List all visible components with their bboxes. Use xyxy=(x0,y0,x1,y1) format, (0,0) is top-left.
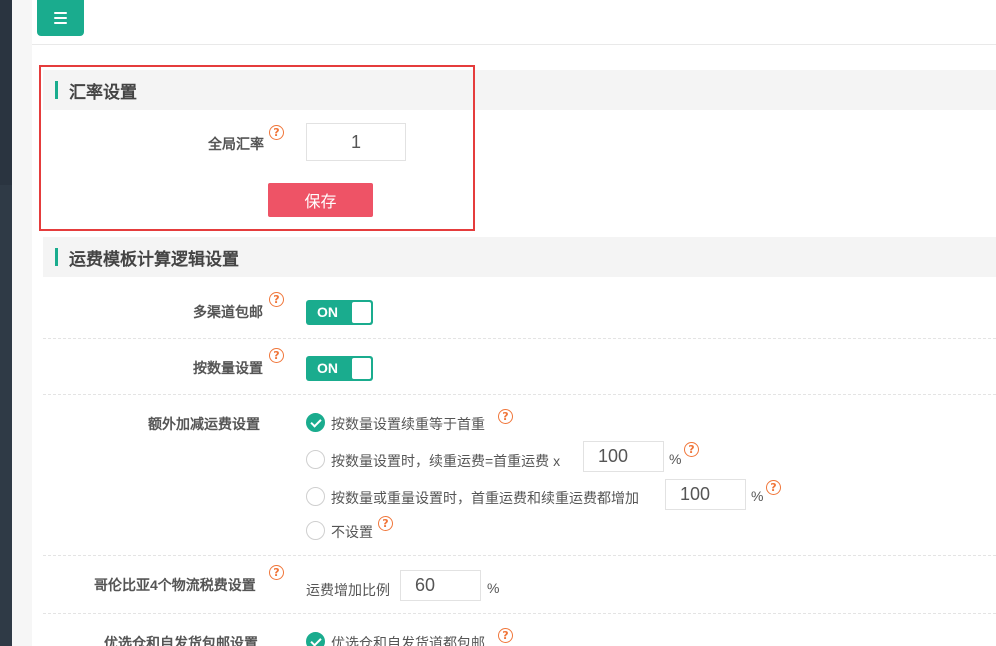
option-radio[interactable] xyxy=(306,450,325,469)
colombia-tax-label: 哥伦比亚4个物流税费设置 xyxy=(94,577,256,593)
percent-sign: % xyxy=(669,451,682,467)
increase-ratio-input[interactable]: 60 xyxy=(400,570,481,601)
help-icon[interactable]: ? xyxy=(378,516,393,531)
option-radio[interactable] xyxy=(306,413,325,432)
section-title: 汇率设置 xyxy=(69,82,137,102)
multi-channel-toggle[interactable]: ON xyxy=(306,300,373,325)
content-gutter xyxy=(12,0,32,646)
option-label: 按数量或重量设置时，首重运费和续重运费都增加 xyxy=(331,490,639,506)
toggle-knob xyxy=(352,302,371,323)
by-quantity-label: 按数量设置 xyxy=(193,360,263,376)
shipping-logic-section-header: 运费模板计算逻辑设置 xyxy=(43,237,996,277)
menu-toggle-button[interactable] xyxy=(37,0,84,36)
save-button[interactable]: 保存 xyxy=(268,183,373,217)
help-icon[interactable]: ? xyxy=(498,628,513,643)
option-radio[interactable] xyxy=(306,487,325,506)
multi-channel-label: 多渠道包邮 xyxy=(193,304,263,320)
continued-fee-multiplier-input[interactable]: 100 xyxy=(583,441,664,472)
by-quantity-toggle[interactable]: ON xyxy=(306,356,373,381)
row-divider xyxy=(43,394,996,395)
top-bar xyxy=(32,0,996,45)
option-radio[interactable] xyxy=(306,521,325,540)
percent-sign: % xyxy=(487,580,500,596)
section-title: 运费模板计算逻辑设置 xyxy=(69,249,239,269)
global-rate-input[interactable]: 1 xyxy=(306,123,406,161)
help-icon[interactable]: ? xyxy=(498,409,513,424)
exchange-rate-section-header: 汇率设置 xyxy=(43,70,996,110)
percent-sign: % xyxy=(751,488,764,504)
help-icon[interactable]: ? xyxy=(684,442,699,457)
row-divider xyxy=(43,613,996,614)
extra-fee-label: 额外加减运费设置 xyxy=(148,416,260,432)
fee-increase-input[interactable]: 100 xyxy=(665,479,746,510)
toggle-knob xyxy=(352,358,371,379)
row-divider xyxy=(43,338,996,339)
option-label: 按数量设置续重等于首重 xyxy=(331,416,485,432)
section-accent-bar xyxy=(55,248,58,266)
row-divider xyxy=(43,555,996,556)
hamburger-menu-icon xyxy=(54,12,67,14)
left-sidebar-edge xyxy=(0,0,12,646)
preferred-warehouse-label: 优选仓和自发货包邮设置 xyxy=(104,635,258,646)
help-icon[interactable]: ? xyxy=(269,292,284,307)
help-icon[interactable]: ? xyxy=(269,125,284,140)
help-icon[interactable]: ? xyxy=(269,348,284,363)
help-icon[interactable]: ? xyxy=(269,565,284,580)
help-icon[interactable]: ? xyxy=(766,480,781,495)
option-label: 按数量设置时，续重运费=首重运费 x xyxy=(331,453,561,469)
section-accent-bar xyxy=(55,81,58,99)
option-radio[interactable] xyxy=(306,632,325,646)
option-label: 优选仓和自发货道都包邮 xyxy=(331,635,485,646)
increase-ratio-label: 运费增加比例 xyxy=(306,582,390,598)
global-rate-label: 全局汇率 xyxy=(208,136,264,152)
toggle-state-label: ON xyxy=(317,360,338,376)
toggle-state-label: ON xyxy=(317,304,338,320)
option-label: 不设置 xyxy=(331,524,373,540)
